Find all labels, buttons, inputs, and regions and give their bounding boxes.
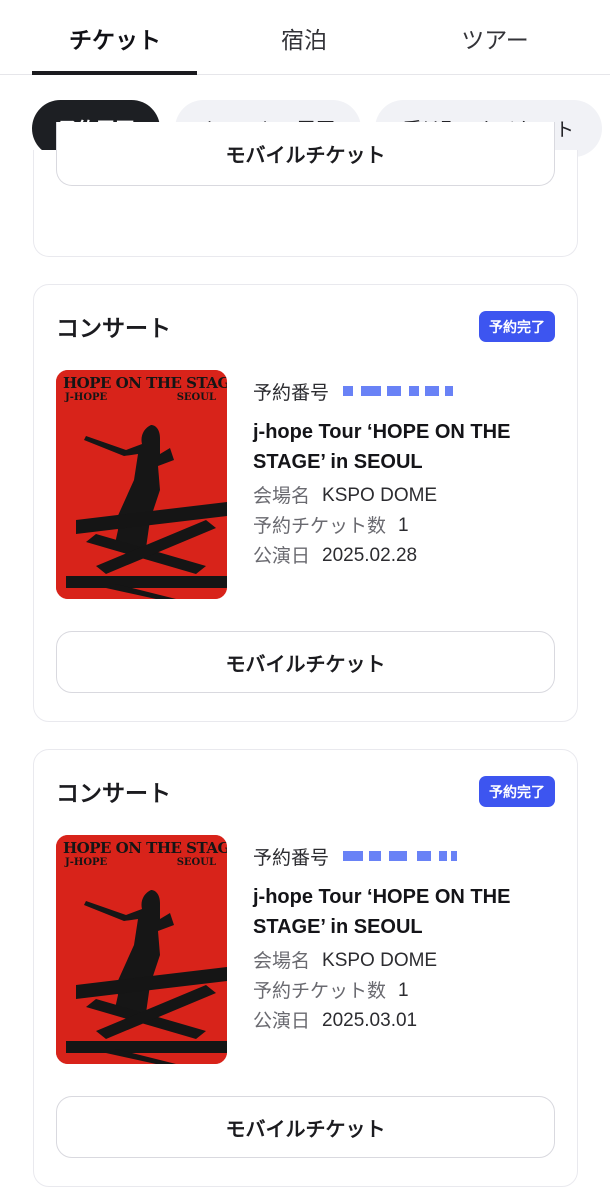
date-label: 公演日	[253, 545, 311, 567]
poster-artist: J-HOPE	[65, 392, 108, 403]
venue-label: 会場名	[253, 485, 311, 507]
reservation-card[interactable]: コンサート 予約完了 HOPE ON THE STAGE J-HOPE SEOU…	[33, 749, 578, 1187]
tab-tickets[interactable]: チケット	[30, 0, 200, 75]
ticket-count-label: 予約チケット数	[253, 980, 387, 1002]
poster-artwork	[56, 835, 227, 1064]
poster-artist: J-HOPE	[65, 857, 108, 868]
event-poster-image: HOPE ON THE STAGE J-HOPE SEOUL	[56, 370, 227, 599]
date-value: 2025.02.28	[322, 545, 418, 566]
ticket-count-row: 予約チケット数 1	[253, 511, 563, 541]
reservation-number-row: 予約番号	[253, 377, 563, 405]
poster-title: HOPE ON THE STAGE	[63, 374, 227, 392]
ticket-count-value: 1	[398, 515, 409, 536]
category-label: コンサート	[56, 781, 171, 807]
masked-reservation-number	[341, 849, 459, 863]
reservation-info: 予約番号 j-hope Tour ‘HOPE ON THE STAGE’ in …	[253, 377, 563, 571]
date-row: 公演日 2025.02.28	[253, 541, 563, 571]
ticket-count-row: 予約チケット数 1	[253, 976, 563, 1006]
venue-value: KSPO DOME	[322, 950, 438, 971]
event-poster-image: HOPE ON THE STAGE J-HOPE SEOUL	[56, 835, 227, 1064]
reservation-info: 予約番号 j-hope Tour ‘HOPE ON THE STAGE’ in …	[253, 842, 563, 1036]
status-badge: 予約完了	[479, 311, 555, 342]
reservation-card[interactable]: コンサート 予約完了 HOPE ON THE STAGE J-HOPE SEOU…	[33, 284, 578, 722]
tab-tours[interactable]: ツアー	[410, 0, 580, 75]
event-title: j-hope Tour ‘HOPE ON THE STAGE’ in SEOUL	[253, 421, 511, 473]
venue-row: 会場名 KSPO DOME	[253, 946, 563, 976]
mobile-ticket-button[interactable]: モバイルチケット	[56, 1096, 555, 1158]
poster-title: HOPE ON THE STAGE	[63, 839, 227, 857]
tab-lodging[interactable]: 宿泊	[219, 0, 389, 75]
poster-city: SEOUL	[176, 857, 216, 868]
category-label: コンサート	[56, 316, 171, 342]
reservation-number-row: 予約番号	[253, 842, 563, 870]
venue-label: 会場名	[253, 950, 311, 972]
mobile-ticket-button[interactable]: モバイルチケット	[56, 631, 555, 693]
reservation-number-label: 予約番号	[253, 381, 330, 404]
reservation-card-partial: モバイルチケット	[33, 122, 578, 257]
masked-reservation-number	[341, 384, 459, 398]
venue-row: 会場名 KSPO DOME	[253, 481, 563, 511]
venue-value: KSPO DOME	[322, 485, 438, 506]
active-tab-indicator	[32, 71, 197, 75]
status-badge: 予約完了	[479, 776, 555, 807]
date-row: 公演日 2025.03.01	[253, 1006, 563, 1036]
poster-artwork	[56, 370, 227, 599]
date-value: 2025.03.01	[322, 1010, 418, 1031]
ticket-count-label: 予約チケット数	[253, 515, 387, 537]
event-title: j-hope Tour ‘HOPE ON THE STAGE’ in SEOUL	[253, 886, 511, 938]
date-label: 公演日	[253, 1010, 311, 1032]
poster-city: SEOUL	[176, 392, 216, 403]
reservation-number-label: 予約番号	[253, 846, 330, 869]
top-tab-bar: チケット 宿泊 ツアー	[0, 0, 610, 75]
ticket-count-value: 1	[398, 980, 409, 1001]
mobile-ticket-button[interactable]: モバイルチケット	[56, 122, 555, 186]
